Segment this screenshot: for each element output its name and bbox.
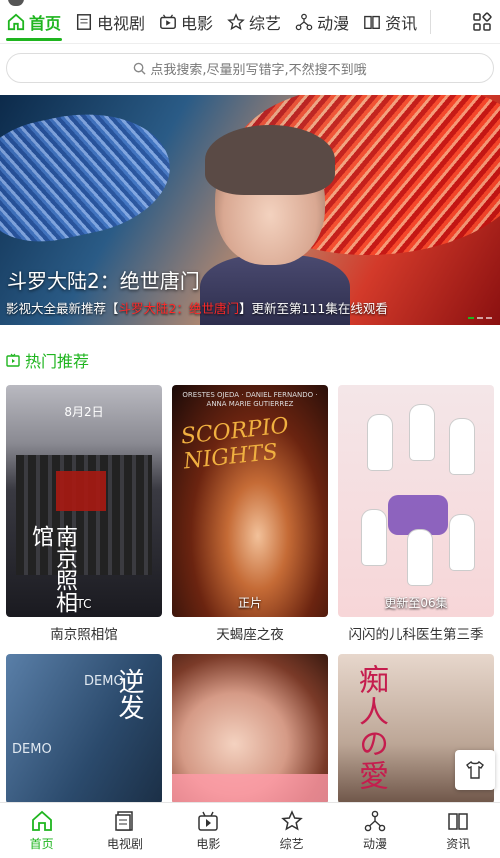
carousel-dot[interactable] [486, 317, 492, 319]
movie-icon [160, 13, 176, 29]
home-icon [31, 810, 52, 831]
news-icon [448, 812, 469, 830]
nav-label: 电影 [181, 13, 214, 33]
tab-label: 资讯 [446, 836, 471, 851]
card-title[interactable]: 闪闪的儿科医生第三季 [338, 623, 494, 643]
poster-date: 8月2日 [64, 405, 104, 419]
banner-subtitle: 影视大全最新推荐【斗罗大陆2：绝世唐门】更新至第111集在线观看 [6, 298, 388, 317]
tv-series-icon [115, 810, 133, 831]
star-icon [280, 809, 303, 831]
poster-image [172, 654, 328, 804]
nav-label: 动漫 [317, 13, 350, 33]
carousel-indicator [468, 317, 492, 319]
banner-art [0, 96, 181, 254]
video-card[interactable]: 8月2日 南京照相馆 TC 南京照相馆 [6, 385, 162, 643]
tv-series-icon [76, 13, 92, 30]
anime-icon [295, 13, 313, 30]
poster-title: SCORPIO NIGHTS [179, 413, 290, 475]
tab-home[interactable]: 首页 [0, 803, 83, 858]
nav-item-movie[interactable]: 电影 [152, 0, 220, 44]
carousel-dot[interactable] [477, 317, 483, 319]
video-card[interactable]: ORESTES OJEDA · DANIEL FERNANDO · ANNA M… [172, 385, 328, 643]
shirt-icon [466, 760, 484, 779]
grid-icon[interactable] [472, 12, 492, 32]
tab-tv[interactable]: 电视剧 [83, 803, 166, 858]
search-placeholder: 点我搜索,尽量别写错字,不然搜不到哦 [150, 62, 367, 78]
nav-item-home[interactable]: 首页 [0, 0, 68, 44]
tab-label: 综艺 [279, 836, 304, 851]
poster-title: 痴人の愛 [353, 664, 388, 792]
tab-movie[interactable]: 电影 [167, 803, 250, 858]
card-tag: TC [76, 597, 92, 611]
card-title[interactable]: 南京照相馆 [6, 623, 162, 643]
carousel-dot[interactable] [468, 317, 474, 319]
star-icon [227, 12, 245, 30]
video-card[interactable]: 更新至06集 闪闪的儿科医生第三季 [338, 385, 494, 643]
tab-anime[interactable]: 动漫 [333, 803, 416, 858]
tab-label: 动漫 [362, 836, 387, 851]
card-tag: 更新至06集 [384, 596, 448, 610]
tab-news[interactable]: 资讯 [417, 803, 500, 858]
nav-divider [430, 9, 432, 34]
anime-icon [364, 810, 386, 831]
banner-sub-prefix: 影视大全最新推荐【 [6, 301, 119, 316]
nav-label: 首页 [29, 13, 62, 33]
tab-label: 电影 [196, 836, 221, 851]
tab-label: 首页 [29, 836, 54, 851]
banner-figure [205, 125, 335, 195]
hot-icon [6, 353, 20, 367]
nav-label: 综艺 [249, 13, 282, 33]
banner-sub-highlight: 斗罗大陆2：绝世唐门 [118, 301, 239, 316]
theme-button[interactable] [455, 750, 495, 790]
banner-title: 斗罗大陆2：绝世唐门 [7, 269, 200, 293]
nav-label: 电视剧 [97, 13, 146, 33]
poster-image: DEMO DEMO 逆发 [6, 654, 162, 804]
section-title: 热门推荐 [6, 348, 89, 372]
home-icon [7, 13, 25, 30]
nav-item-tv[interactable]: 电视剧 [68, 0, 152, 44]
banner-sub-suffix: 】更新至第111集在线观看 [238, 301, 388, 316]
poster-watermark: DEMO [12, 742, 52, 757]
poster-image: 更新至06集 [338, 385, 494, 617]
tab-variety[interactable]: 综艺 [250, 803, 333, 858]
poster-title: 逆发 [114, 668, 144, 720]
video-card[interactable] [172, 654, 328, 804]
news-icon [364, 15, 380, 29]
poster-image: 8月2日 南京照相馆 TC [6, 385, 162, 617]
nav-item-variety[interactable]: 综艺 [220, 0, 288, 44]
card-title[interactable]: 天蝎座之夜 [172, 623, 328, 643]
tab-label: 电视剧 [106, 836, 143, 851]
top-nav: 首页 电视剧 电影 综艺 动漫 资讯 [0, 0, 500, 44]
video-card[interactable]: DEMO DEMO 逆发 [6, 654, 162, 804]
nav-item-anime[interactable]: 动漫 [288, 0, 356, 44]
nav-item-news[interactable]: 资讯 [356, 0, 424, 44]
bottom-nav: 首页 电视剧 电影 综艺 动漫 资讯 [0, 802, 500, 858]
section-title-text: 热门推荐 [25, 352, 90, 371]
nav-label: 资讯 [385, 13, 418, 33]
poster-image: ORESTES OJEDA · DANIEL FERNANDO · ANNA M… [172, 385, 328, 617]
movie-icon [198, 811, 219, 831]
poster-cast: ORESTES OJEDA · DANIEL FERNANDO · ANNA M… [182, 391, 318, 408]
banner-carousel[interactable]: 斗罗大陆2：绝世唐门 影视大全最新推荐【斗罗大陆2：绝世唐门】更新至第111集在… [0, 95, 500, 325]
search-icon [134, 62, 146, 75]
search-input[interactable]: 点我搜索,尽量别写错字,不然搜不到哦 [6, 53, 494, 83]
card-tag: 正片 [237, 596, 262, 610]
